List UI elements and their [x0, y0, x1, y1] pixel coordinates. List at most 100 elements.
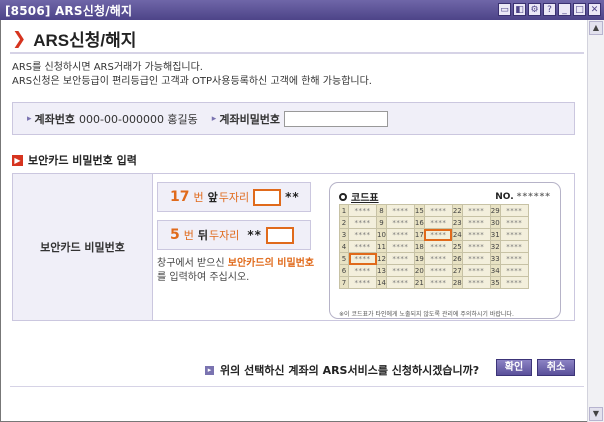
code-index-cell: 13 — [376, 264, 387, 277]
code-value-cell: **** — [461, 264, 491, 277]
code-value-cell: **** — [348, 264, 377, 277]
page-description: ARS를 신청하시면 ARS거래가 가능해집니다. ARS신청은 보안등급이 편… — [12, 61, 372, 89]
second-digit-index: 5 — [170, 227, 180, 243]
code-index-cell: 28 — [451, 276, 463, 289]
account-number-label: 계좌번호 — [34, 112, 76, 126]
code-card-title: 코드표 — [351, 193, 379, 204]
second-digits-row: 5 번 뒤 두자리 ** — [157, 220, 311, 250]
security-card-label: 보안카드 비밀번호 — [40, 241, 125, 254]
code-value-cell: **** — [348, 240, 377, 253]
window-minimize-icon[interactable]: _ — [558, 3, 571, 16]
first-digits-mask: ** — [285, 190, 300, 204]
bullet-icon: ▸ — [27, 113, 32, 124]
window-titlebar: [8506] ARS신청/해지 ▭ ◧ ⚙ ? _ □ ✕ — [0, 0, 604, 20]
code-index-cell: 26 — [451, 252, 463, 265]
title-divider — [10, 52, 584, 54]
vertical-scrollbar[interactable]: ▲ ▼ — [587, 20, 604, 422]
section-arrow-icon: ▶ — [12, 154, 23, 166]
code-value-cell: **** — [461, 204, 491, 217]
code-value-cell: **** — [423, 228, 453, 241]
code-table-row: 3 **** 10 **** 17 **** 24 **** 31 **** — [339, 228, 529, 241]
code-table-row: 7 **** 14 **** 21 **** 28 **** 35 **** — [339, 276, 529, 289]
code-index-cell: 16 — [413, 216, 425, 229]
window-close-icon[interactable]: ✕ — [588, 3, 601, 16]
card-dot-icon — [339, 192, 347, 201]
code-index-cell: 4 — [339, 240, 349, 253]
code-index-cell: 10 — [376, 228, 387, 241]
second-digits-input[interactable] — [265, 226, 294, 244]
code-index-cell: 14 — [376, 276, 387, 289]
window-title: [8506] ARS신청/해지 — [5, 3, 133, 18]
code-index-cell: 7 — [339, 276, 349, 289]
code-index-cell: 20 — [413, 264, 425, 277]
code-value-cell: **** — [423, 216, 453, 229]
code-index-cell: 6 — [339, 264, 349, 277]
code-value-cell: **** — [385, 216, 415, 229]
code-value-cell: **** — [348, 252, 377, 265]
security-section-header: ▶ 보안카드 비밀번호 입력 — [12, 152, 137, 168]
code-value-cell: **** — [385, 252, 415, 265]
code-card-note: ※이 코드표가 타인에게 노출되지 않도록 관리에 주의하시기 바랍니다. — [339, 311, 514, 318]
security-card-label-cell: 보안카드 비밀번호 — [13, 174, 153, 320]
cancel-button[interactable]: 취소 — [537, 359, 575, 376]
code-index-cell: 27 — [451, 264, 463, 277]
code-value-cell: **** — [348, 276, 377, 289]
window-help-icon[interactable]: ? — [543, 3, 556, 16]
code-value-cell: **** — [385, 204, 415, 217]
code-index-cell: 9 — [376, 216, 387, 229]
window-settings-icon[interactable]: ⚙ — [528, 3, 541, 16]
code-value-cell: **** — [385, 240, 415, 253]
code-table: 1 **** 8 **** 15 **** 22 **** 29 **** 2 **** 9 **** 16… — [339, 204, 529, 289]
first-digit-count: 두자리 — [218, 191, 250, 204]
second-digit-count: 두자리 — [209, 229, 240, 242]
first-digit-position: 앞 — [207, 191, 218, 204]
code-index-cell: 5 — [339, 252, 349, 265]
code-value-cell: **** — [499, 252, 529, 265]
code-value-cell: **** — [348, 216, 377, 229]
code-index-cell: 31 — [489, 228, 501, 241]
confirm-button[interactable]: 확인 — [496, 359, 532, 376]
window-tile-icon[interactable]: ◧ — [513, 3, 526, 16]
scroll-down-icon[interactable]: ▼ — [589, 407, 603, 421]
code-index-cell: 12 — [376, 252, 387, 265]
account-number-value: 000-00-000000 홍길동 — [79, 112, 198, 126]
window-controls: ▭ ◧ ⚙ ? _ □ ✕ — [498, 3, 601, 16]
code-value-cell: **** — [499, 264, 529, 277]
code-table-row: 6 **** 13 **** 20 **** 27 **** 34 **** — [339, 264, 529, 277]
code-value-cell: **** — [461, 252, 491, 265]
code-table-row: 2 **** 9 **** 16 **** 23 **** 30 **** — [339, 216, 529, 229]
window-maximize-icon[interactable]: □ — [573, 3, 586, 16]
window-restore-icon[interactable]: ▭ — [498, 3, 511, 16]
guide-text-post: 를 입력하여 주십시오. — [157, 272, 250, 283]
first-digits-row: 17 번 앞 두자리 ** — [157, 182, 311, 212]
code-index-cell: 19 — [413, 252, 425, 265]
guide-text-pre: 창구에서 받으신 — [157, 258, 228, 269]
security-section-title: 보안카드 비밀번호 입력 — [28, 154, 137, 167]
code-index-cell: 30 — [489, 216, 501, 229]
code-index-cell: 8 — [376, 204, 387, 217]
code-index-cell: 29 — [489, 204, 501, 217]
code-table-row: 1 **** 8 **** 15 **** 22 **** 29 **** — [339, 204, 529, 217]
security-card-box: 보안카드 비밀번호 17 번 앞 두자리 ** 5 번 뒤 두자리 ** 창구에… — [12, 173, 575, 321]
code-value-cell: **** — [461, 228, 491, 241]
code-index-cell: 18 — [413, 240, 425, 253]
code-index-cell: 35 — [489, 276, 501, 289]
page-title-text: ARS신청/해지 — [33, 31, 137, 50]
confirm-question: ▸ 위의 선택하신 계좌의 ARS서비스를 신청하시겠습니까? — [205, 362, 479, 378]
code-index-cell: 23 — [451, 216, 463, 229]
code-card-number: NO. ****** — [495, 192, 551, 202]
second-digits-mask: ** — [247, 228, 262, 242]
code-index-cell: 25 — [451, 240, 463, 253]
guide-text-highlight: 보안카드의 비밀번호 — [227, 258, 315, 269]
card-no-label: NO. — [495, 191, 514, 202]
bullet-icon: ▸ — [211, 113, 217, 124]
first-digits-input[interactable] — [253, 188, 282, 206]
code-value-cell: **** — [461, 216, 491, 229]
code-value-cell: **** — [461, 240, 491, 253]
scroll-up-icon[interactable]: ▲ — [589, 21, 603, 35]
code-index-cell: 3 — [339, 228, 349, 241]
description-line-2: ARS신청은 보안등급이 편리등급인 고객과 OTP사용등록하신 고객에 한해 … — [12, 76, 372, 87]
code-value-cell: **** — [348, 204, 377, 217]
account-password-input[interactable] — [284, 110, 389, 127]
code-card-header: 코드표 NO. ****** — [339, 189, 551, 204]
